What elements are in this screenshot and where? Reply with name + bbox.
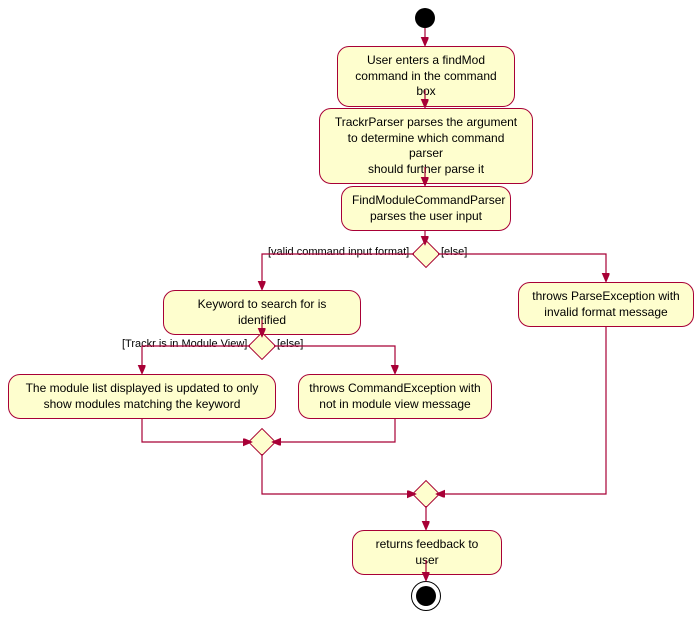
activity-command-exception: throws CommandException with not in modu… [298,374,492,419]
text: not in module view message [319,397,470,411]
activity-trackr-parse: TrackrParser parses the argument to dete… [319,108,533,184]
guard-module-view: [Trackr is in Module View] [122,338,247,350]
text: Keyword to search for is identified [198,297,327,327]
text: should further parse it [368,162,484,176]
text: parses the user input [370,209,482,223]
text: returns feedback to user [376,537,479,567]
activity-findmodule-parser: FindModuleCommandParser parses the user … [341,186,511,231]
text: throws CommandException with [309,381,480,395]
decision-module-view [248,332,276,360]
guard-else: [else] [441,246,467,258]
activity-keyword-identified: Keyword to search for is identified [163,290,361,335]
guard-else: [else] [277,338,303,350]
text: User enters a findMod [367,53,485,67]
text: The module list displayed is updated to … [26,381,259,395]
guard-valid-format: [valid command input format] [268,246,409,258]
text: show modules matching the keyword [44,397,241,411]
merge-1 [248,428,276,456]
text: invalid format message [544,305,667,319]
merge-2 [412,480,440,508]
activity-module-list-updated: The module list displayed is updated to … [8,374,276,419]
decision-valid-format [412,240,440,268]
text: to determine which command parser [348,131,505,161]
end-node [416,586,436,606]
text: command in the command box [355,69,496,99]
activity-parse-exception: throws ParseException with invalid forma… [518,282,694,327]
text: TrackrParser parses the argument [335,115,517,129]
start-node [415,8,435,28]
activity-feedback: returns feedback to user [352,530,502,575]
text: FindModuleCommandParser [352,193,505,207]
activity-enter-command: User enters a findMod command in the com… [337,46,515,107]
text: throws ParseException with [532,289,679,303]
